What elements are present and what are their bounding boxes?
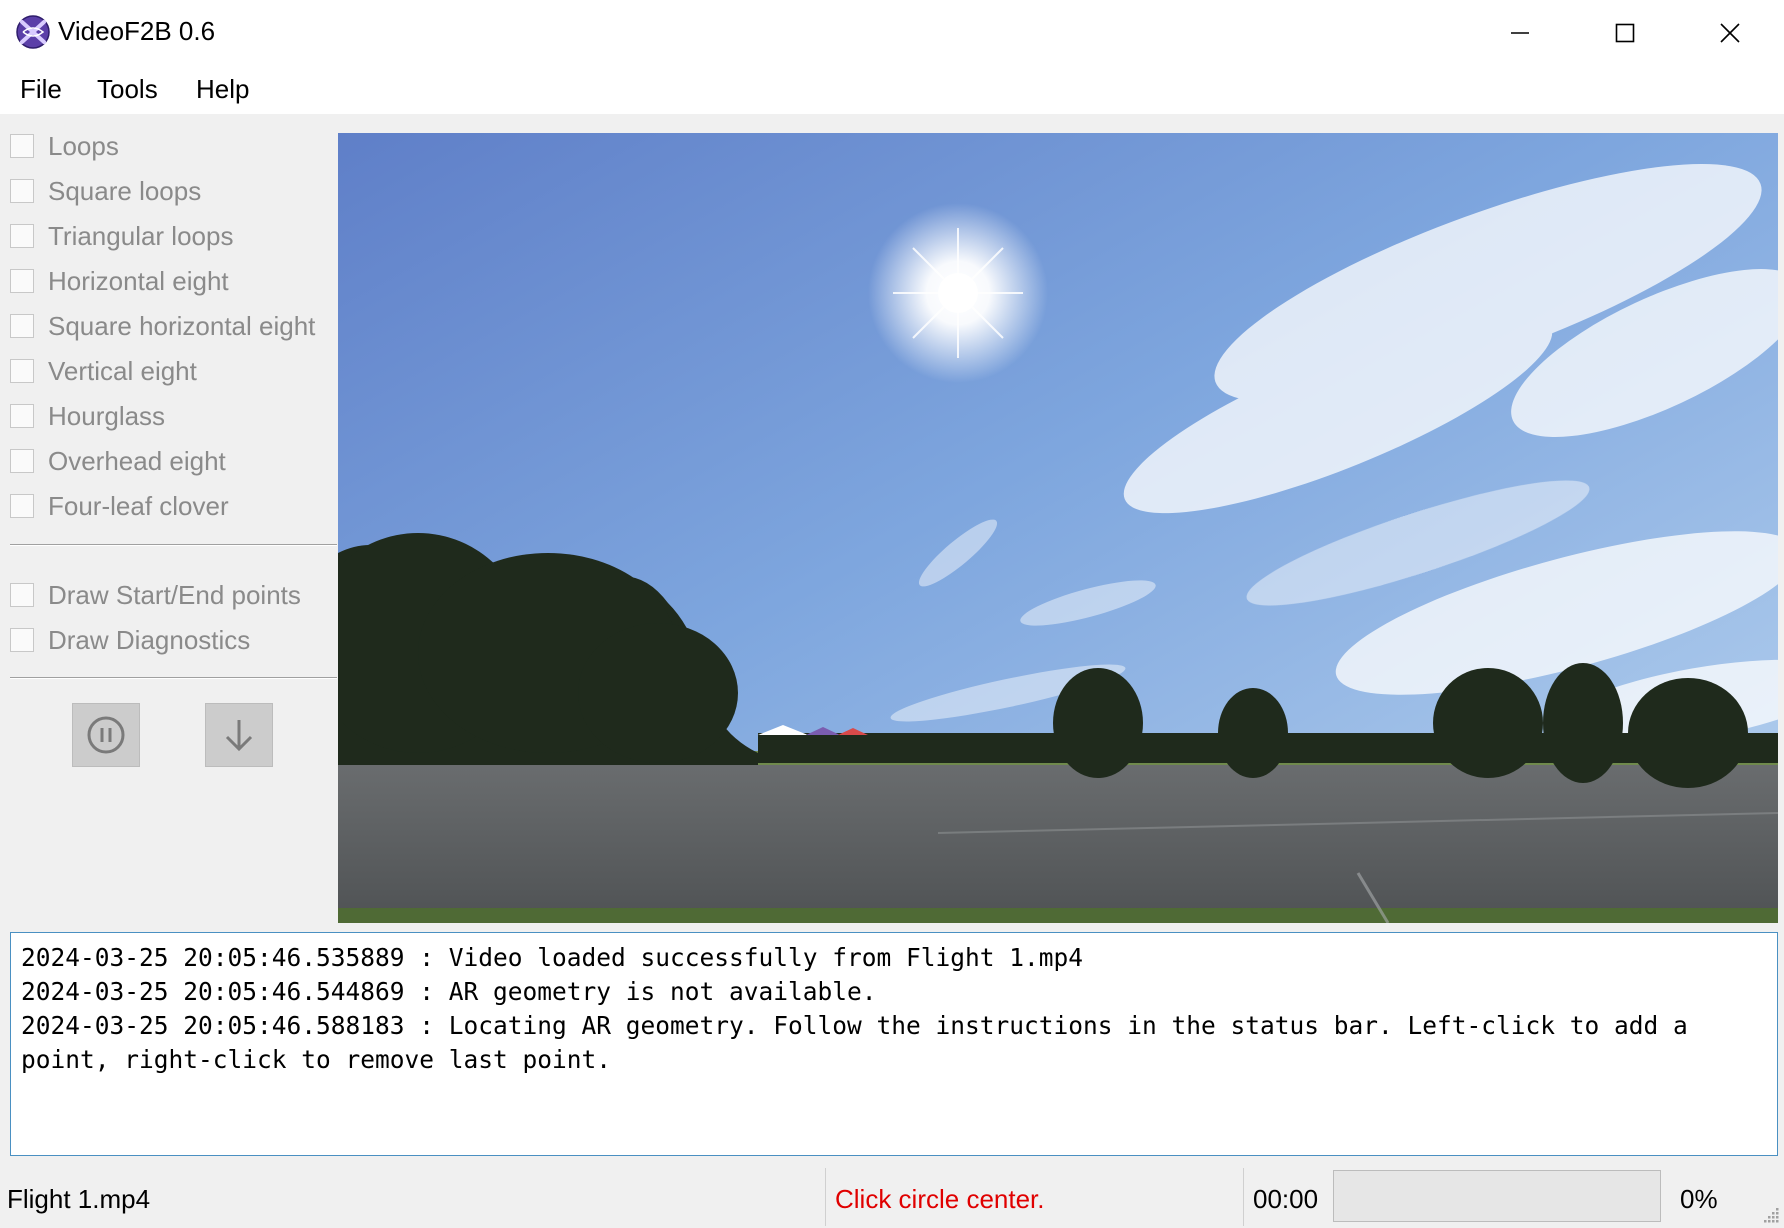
menu-file[interactable]: File [16,74,66,105]
figure-checkbox-horizontal-eight[interactable]: Horizontal eight [10,261,229,301]
minimize-icon [1511,32,1529,34]
arrow-down-icon [225,720,253,752]
status-separator [1243,1168,1244,1226]
menu-help[interactable]: Help [192,74,253,105]
minimize-button[interactable] [1468,0,1572,66]
checkbox-label: Draw Start/End points [48,579,301,610]
figures-panel: Loops Square loops Triangular loops Hori… [0,114,337,924]
advance-button[interactable] [205,703,273,767]
menu-tools[interactable]: Tools [93,74,162,105]
video-frame[interactable] [338,133,1778,923]
checkbox-label: Draw Diagnostics [48,624,251,655]
status-separator [825,1168,826,1226]
close-button[interactable] [1678,0,1782,66]
maximize-icon [1615,23,1635,43]
figure-checkbox-square-horizontal-eight[interactable]: Square horizontal eight [10,306,315,346]
option-checkbox-diagnostics[interactable]: Draw Diagnostics [10,620,250,660]
pause-button[interactable] [72,703,140,767]
option-checkbox-start-end-points[interactable]: Draw Start/End points [10,575,301,615]
progress-bar [1333,1170,1661,1222]
close-icon [1720,23,1740,43]
checkbox[interactable] [10,179,34,203]
checkbox-label: Four-leaf clover [48,490,229,521]
checkbox-label: Loops [48,130,119,161]
figure-checkbox-hourglass[interactable]: Hourglass [10,396,165,436]
figure-checkbox-overhead-eight[interactable]: Overhead eight [10,441,226,481]
progress-percent: 0% [1680,1184,1718,1214]
figure-checkbox-square-loops[interactable]: Square loops [10,171,201,211]
log-output[interactable]: 2024-03-25 20:05:46.535889 : Video loade… [10,932,1778,1156]
checkbox-label: Horizontal eight [48,265,229,296]
menu-bar: File Tools Help [0,66,1784,114]
checkbox-label: Hourglass [48,400,166,431]
divider [10,544,337,546]
log-entry: 2024-03-25 20:05:46.535889 : Video loade… [21,943,1084,972]
video-image [338,133,1778,923]
checkbox[interactable] [10,224,34,248]
log-entry: 2024-03-25 20:05:46.588183 : Locating AR… [21,1011,1703,1074]
window-title: VideoF2B 0.6 [58,16,216,46]
figure-checkbox-loops[interactable]: Loops [10,126,119,166]
checkbox-label: Square horizontal eight [48,310,316,341]
checkbox[interactable] [10,494,34,518]
pause-circle-icon [87,716,125,754]
divider [10,677,337,679]
figure-checkbox-vertical-eight[interactable]: Vertical eight [10,351,197,391]
videof2b-logo-icon [16,15,50,49]
figure-checkbox-triangular-loops[interactable]: Triangular loops [10,216,233,256]
app-window: VideoF2B 0.6 File Tools Help Loops Squar… [0,0,1784,1228]
checkbox[interactable] [10,359,34,383]
status-instruction: Click circle center. [835,1184,1045,1214]
checkbox-label: Vertical eight [48,355,197,386]
status-bar: Flight 1.mp4 Click circle center. 00:00 … [0,1164,1784,1228]
status-file-name: Flight 1.mp4 [7,1184,151,1214]
checkbox[interactable] [10,449,34,473]
maximize-button[interactable] [1573,0,1677,66]
checkbox-label: Triangular loops [48,220,234,251]
checkbox[interactable] [10,628,34,652]
checkbox-label: Square loops [48,175,202,206]
resize-grip-icon[interactable] [1762,1206,1780,1224]
checkbox[interactable] [10,134,34,158]
log-entry: 2024-03-25 20:05:46.544869 : AR geometry… [21,977,877,1006]
title-bar: VideoF2B 0.6 [0,0,1784,66]
status-time: 00:00 [1253,1184,1319,1214]
checkbox[interactable] [10,583,34,607]
checkbox[interactable] [10,269,34,293]
checkbox[interactable] [10,314,34,338]
figure-checkbox-four-leaf-clover[interactable]: Four-leaf clover [10,486,229,526]
checkbox-label: Overhead eight [48,445,226,476]
checkbox[interactable] [10,404,34,428]
